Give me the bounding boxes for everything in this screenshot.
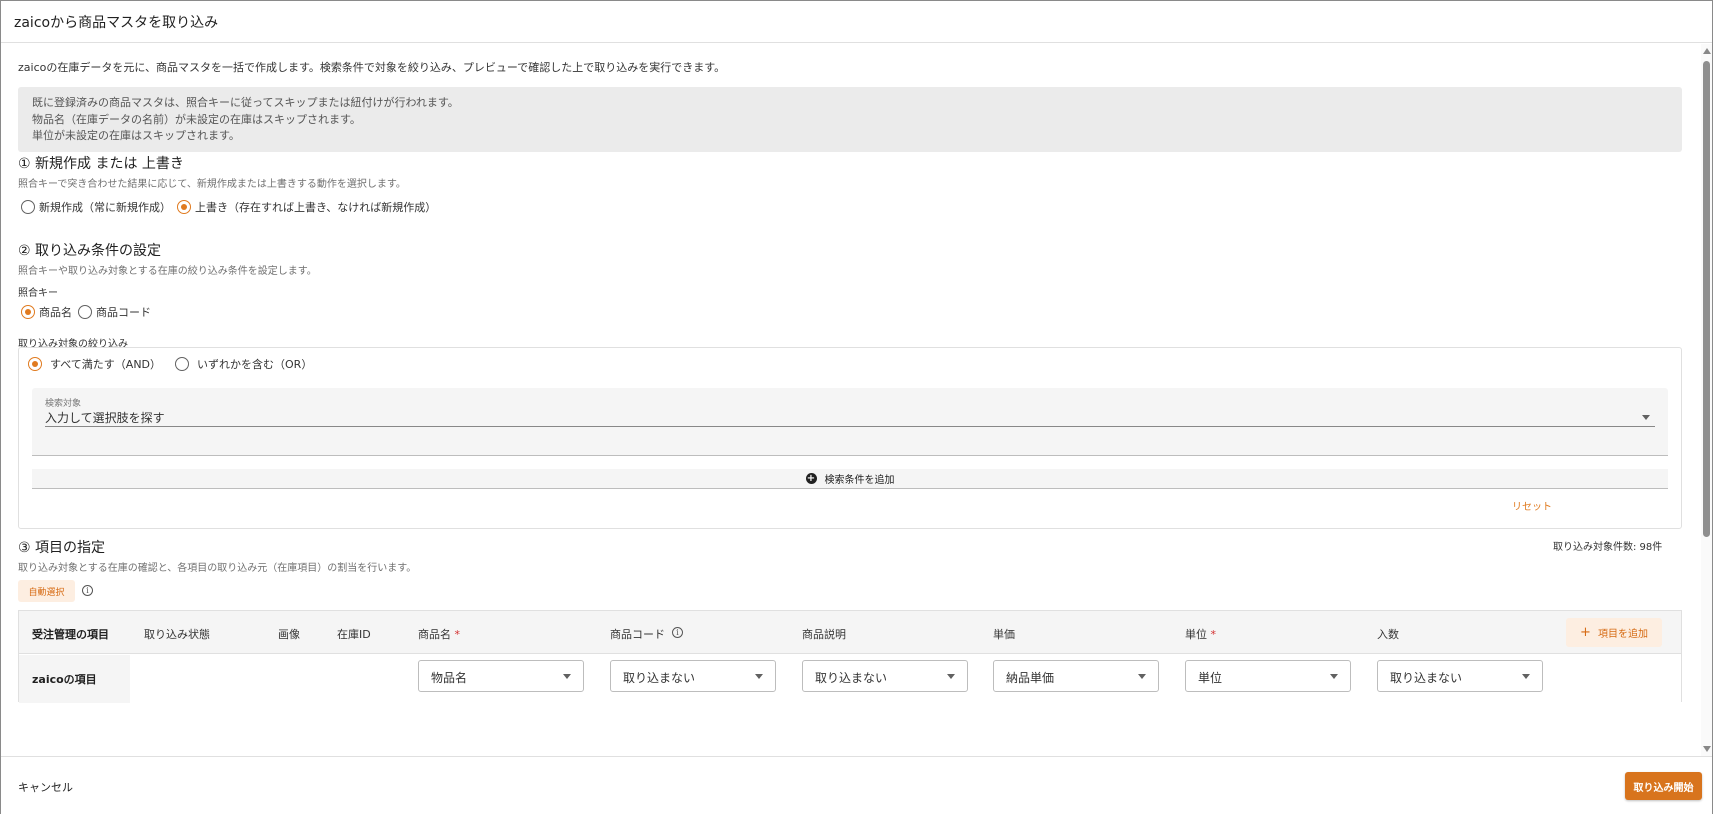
chevron-down-icon <box>1138 674 1146 679</box>
add-item-label: 項目を追加 <box>1597 629 1648 640</box>
match-key-radio-group: 商品名 商品コード <box>21 304 157 320</box>
search-target-label: 検索対象 <box>45 399 82 409</box>
select-quantity[interactable]: 取り込まない <box>1377 660 1543 692</box>
scroll-up-arrow-icon[interactable] <box>1703 48 1711 54</box>
section2-desc: 照合キーや取り込み対象とする在庫の絞り込み条件を設定します。 <box>18 266 317 277</box>
radio-label: 新規作成（常に新規作成） <box>39 201 171 214</box>
chevron-down-icon <box>1522 674 1530 679</box>
radio-button[interactable] <box>78 305 92 319</box>
scroll-down-arrow-icon[interactable] <box>1703 746 1711 752</box>
radio-create-new[interactable]: 新規作成（常に新規作成） <box>21 199 171 215</box>
radio-overwrite[interactable]: 上書き（存在すれば上書き、なければ新規作成） <box>177 199 436 215</box>
notice-line: 単位が未設定の在庫はスキップされます。 <box>32 129 240 142</box>
radio-match-and[interactable]: すべて満たす（AND） <box>28 356 161 372</box>
radio-button[interactable] <box>175 357 190 371</box>
dialog-content: zaicoの在庫データを元に、商品マスタを一括で作成します。検索条件で対象を絞り… <box>1 44 1701 756</box>
search-target-field[interactable]: 検索対象 入力して選択肢を探す <box>32 388 1668 456</box>
radio-label: すべて満たす（AND） <box>50 358 162 371</box>
plus-circle-icon: + <box>805 473 817 484</box>
radio-button[interactable] <box>177 200 191 214</box>
radio-button[interactable] <box>21 200 35 214</box>
section1-desc: 照合キーで突き合わせた結果に応じて、新規作成または上書きする動作を選択します。 <box>18 179 406 190</box>
col-unit: 単位 * <box>1185 626 1216 642</box>
info-icon[interactable]: i <box>672 627 683 638</box>
section3-title: ③ 項目の指定 <box>18 540 106 556</box>
info-icon[interactable]: i <box>82 585 93 596</box>
select-value: 取り込まない <box>1390 671 1463 685</box>
radio-label: いずれかを含む（OR） <box>197 358 313 371</box>
col-name-label: 商品名 <box>418 628 451 641</box>
section3-desc: 取り込み対象とする在庫の確認と、各項目の取り込み元（在庫項目）の割当を行います。 <box>18 563 417 574</box>
select-value: 取り込まない <box>815 671 888 685</box>
chevron-down-icon <box>563 674 571 679</box>
col-image: 画像 <box>278 628 300 641</box>
start-import-button[interactable]: 取り込み開始 <box>1625 772 1702 800</box>
radio-button[interactable] <box>28 357 42 371</box>
add-condition-button[interactable]: + 検索条件を追加 <box>32 469 1668 489</box>
notice-line: 物品名（在庫データの名前）が未設定の在庫はスキップされます。 <box>32 112 361 126</box>
col-status: 取り込み状態 <box>144 628 210 641</box>
radio-label: 商品コード <box>96 306 151 319</box>
auto-select-button[interactable]: 自動選択 <box>18 580 75 602</box>
select-unit[interactable]: 単位 <box>1185 660 1351 692</box>
filter-box: すべて満たす（AND） いずれかを含む（OR） 検索対象 入力して選択肢を探す … <box>18 347 1682 529</box>
notice-line: 既に登録済みの商品マスタは、照合キーに従ってスキップまたは紐付けが行われます。 <box>32 96 459 109</box>
col-order-item: 受注管理の項目 <box>32 628 109 641</box>
col-quantity: 入数 <box>1377 628 1399 641</box>
chevron-down-icon <box>947 674 955 679</box>
import-count: 取り込み対象件数: 98件 <box>1553 542 1663 553</box>
col-code: 商品コード <box>610 626 665 642</box>
dialog-footer: キャンセル 取り込み開始 <box>1 756 1712 814</box>
select-code[interactable]: 取り込まない <box>610 660 776 692</box>
col-code-label: 商品コード <box>610 628 665 641</box>
col-name: 商品名 * <box>418 626 460 642</box>
row-label: zaicoの項目 <box>32 673 97 686</box>
radio-key-code[interactable]: 商品コード <box>78 304 151 320</box>
select-value: 物品名 <box>431 671 468 685</box>
scrollbar-thumb[interactable] <box>1703 61 1710 537</box>
select-price[interactable]: 納品単価 <box>993 660 1159 692</box>
select-name[interactable]: 物品名 <box>418 660 584 692</box>
select-desc[interactable]: 取り込まない <box>802 660 968 692</box>
radio-label: 商品名 <box>39 306 72 319</box>
search-target-input[interactable]: 入力して選択肢を探す <box>45 409 165 426</box>
select-value: 納品単価 <box>1006 671 1055 685</box>
radio-key-name[interactable]: 商品名 <box>21 304 72 320</box>
plus-icon: + <box>1580 625 1591 640</box>
chevron-down-icon <box>755 674 763 679</box>
radio-button[interactable] <box>21 305 35 319</box>
col-stock-id: 在庫ID <box>337 628 371 641</box>
cancel-button[interactable]: キャンセル <box>18 779 73 795</box>
section1-title: ① 新規作成 または 上書き <box>18 156 184 172</box>
col-unit-label: 単位 <box>1185 628 1207 641</box>
intro-text: zaicoの在庫データを元に、商品マスタを一括で作成します。検索条件で対象を絞り… <box>18 61 726 74</box>
col-price: 単価 <box>993 628 1015 641</box>
import-dialog: zaicoから商品マスタを取り込み zaicoの在庫データを元に、商品マスタを一… <box>0 0 1713 814</box>
mapping-table: 受注管理の項目 取り込み状態 画像 在庫ID 商品名 * 商品コード i 商品説… <box>18 610 1682 703</box>
notice-box: 既に登録済みの商品マスタは、照合キーに従ってスキップまたは紐付けが行われます。 … <box>18 87 1682 152</box>
add-condition-label: 検索条件を追加 <box>824 475 895 486</box>
match-mode-radio-group: すべて満たす（AND） いずれかを含む（OR） <box>28 356 318 372</box>
add-item-button[interactable]: + 項目を追加 <box>1566 618 1662 647</box>
dialog-title: zaicoから商品マスタを取り込み <box>14 14 219 31</box>
select-value: 取り込まない <box>623 671 696 685</box>
radio-label: 上書き（存在すれば上書き、なければ新規作成） <box>195 201 437 214</box>
required-mark: * <box>1210 628 1217 641</box>
chevron-down-icon <box>1330 674 1338 679</box>
select-value: 単位 <box>1198 671 1223 685</box>
match-key-label: 照合キー <box>18 288 58 299</box>
chevron-down-icon[interactable] <box>1642 415 1650 420</box>
reset-link[interactable]: リセット <box>1512 498 1552 513</box>
col-desc: 商品説明 <box>802 628 846 641</box>
mode-radio-group: 新規作成（常に新規作成） 上書き（存在すれば上書き、なければ新規作成） <box>21 199 442 215</box>
table-header: 受注管理の項目 取り込み状態 画像 在庫ID 商品名 * 商品コード i 商品説… <box>19 611 1681 654</box>
input-underline <box>45 426 1655 427</box>
vertical-scrollbar[interactable] <box>1701 44 1712 756</box>
required-mark: * <box>454 628 461 641</box>
section2-title: ② 取り込み条件の設定 <box>18 243 162 259</box>
dialog-header: zaicoから商品マスタを取り込み <box>1 1 1712 43</box>
radio-match-or[interactable]: いずれかを含む（OR） <box>175 356 312 372</box>
